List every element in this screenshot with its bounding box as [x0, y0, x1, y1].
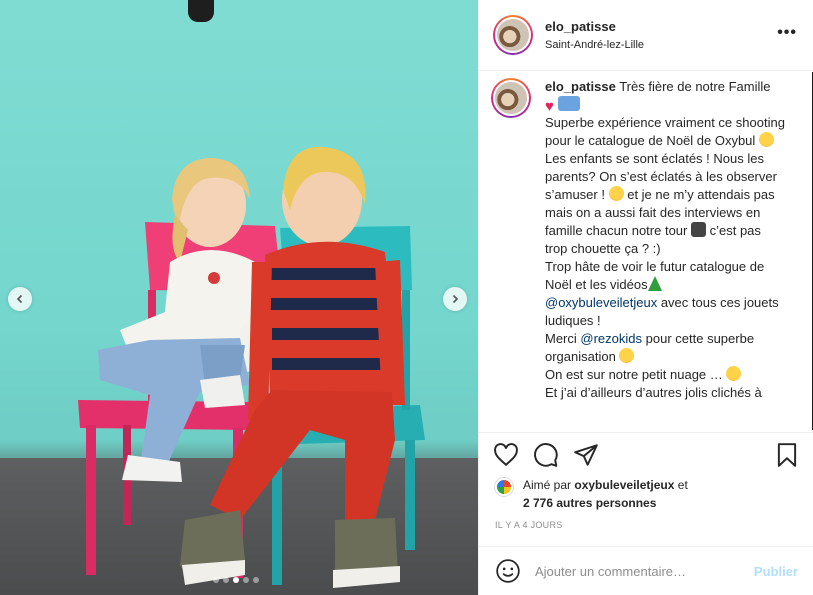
caption-author[interactable]: elo_patisse: [545, 79, 616, 94]
add-comment-bar: Publier: [479, 546, 813, 595]
heart-eyes-emoji-icon: [758, 132, 774, 147]
save-button[interactable]: [774, 442, 800, 468]
red-heart-emoji-icon: ♥: [545, 98, 554, 115]
likes-count-link[interactable]: 2 776 autres personnes: [523, 496, 656, 510]
carousel-dot: [213, 577, 219, 583]
likes-summary: Aimé par oxybuleveiletjeux et 2 776 autr…: [495, 476, 688, 512]
liker-avatar[interactable]: [495, 478, 513, 496]
paper-plane-icon: [574, 443, 598, 466]
mention-link[interactable]: @oxybuleveiletjeux: [545, 295, 657, 310]
post-timestamp[interactable]: IL Y A 4 JOURS: [495, 520, 563, 530]
more-options-button[interactable]: •••: [777, 25, 797, 41]
share-button[interactable]: [573, 442, 599, 468]
emoji-picker-button[interactable]: [495, 558, 521, 584]
chevron-left-icon: [16, 294, 23, 304]
children-on-chairs-illustration: [78, 146, 425, 588]
username[interactable]: elo_patisse: [545, 19, 644, 34]
smiling-hearts-emoji-icon: [608, 186, 624, 201]
carousel-dot: [223, 577, 229, 583]
liker-username[interactable]: oxybuleveiletjeux: [574, 478, 674, 492]
bookmark-icon: [777, 442, 797, 467]
hugging-face-emoji-icon: [619, 348, 635, 363]
comments-area[interactable]: elo_patisse Très fière de notre Famille …: [479, 72, 813, 430]
post-photo: [0, 0, 478, 595]
smiley-icon: [496, 559, 520, 583]
carousel-indicator: [213, 577, 259, 583]
next-slide-button[interactable]: [443, 287, 467, 311]
carousel-dot: [233, 577, 239, 583]
post-header: elo_patisse Saint-André-lez-Lille •••: [479, 0, 813, 71]
action-bar: [479, 432, 813, 476]
heart-icon: [494, 442, 518, 466]
mention-link[interactable]: @rezokids: [580, 331, 642, 346]
comment-icon: [534, 442, 558, 467]
publish-button[interactable]: Publier: [754, 564, 798, 579]
comment-input[interactable]: [535, 563, 735, 579]
video-camera-emoji-icon: [690, 222, 706, 237]
carousel-dot: [253, 577, 259, 583]
carousel-dot: [243, 577, 249, 583]
heart-eyes-emoji-icon: [726, 366, 742, 381]
chevron-right-icon: [452, 294, 459, 304]
location[interactable]: Saint-André-lez-Lille: [545, 39, 644, 51]
caption-avatar[interactable]: [491, 78, 531, 118]
family-emoji-icon: [557, 96, 580, 111]
christmas-tree-emoji-icon: [647, 276, 662, 291]
previous-slide-button[interactable]: [8, 287, 32, 311]
post-side-panel: elo_patisse Saint-André-lez-Lille ••• el…: [478, 0, 813, 595]
post-caption: elo_patisse Très fière de notre Famille …: [545, 79, 785, 400]
avatar[interactable]: [493, 15, 533, 55]
comment-button[interactable]: [533, 442, 559, 468]
like-button[interactable]: [493, 442, 519, 468]
